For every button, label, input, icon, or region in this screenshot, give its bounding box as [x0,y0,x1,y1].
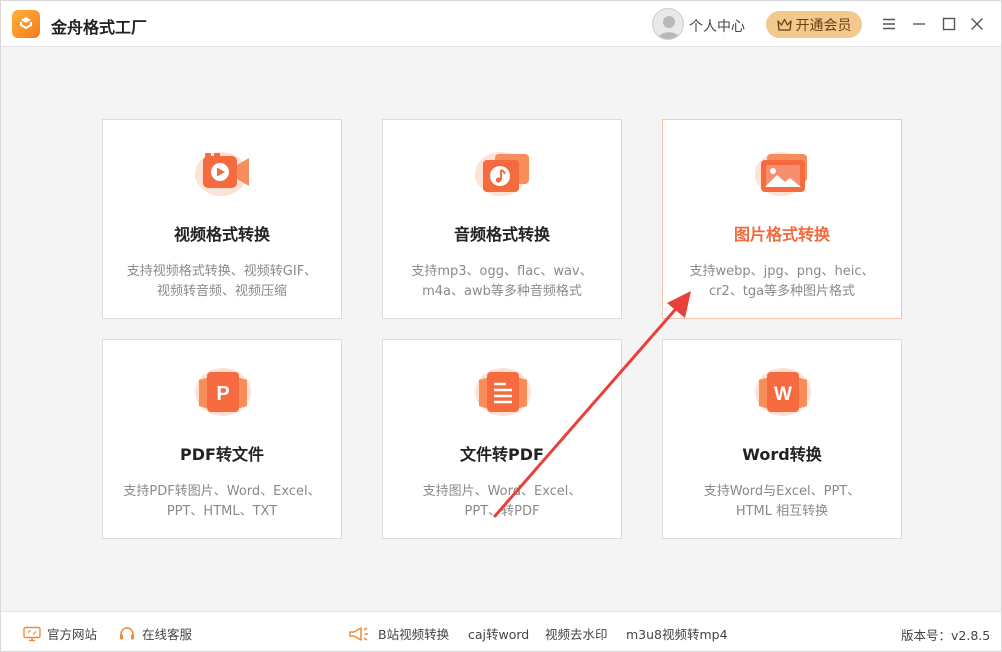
pdf-letter: P [216,383,229,405]
card-desc-line: 视频转音频、视频压缩 [156,284,287,299]
card-desc-line: 支持Word与Excel、PPT、 [703,484,861,499]
vip-button-label: 开通会员 [795,17,852,34]
card-desc-line: cr2、tga等多种图片格式 [708,284,856,299]
document-icon [471,360,535,420]
card-image-convert[interactable]: 图片格式转换 支持webp、jpg、png、heic、 cr2、tga等多种图片… [662,119,902,319]
card-title: 文件转PDF [460,445,544,464]
card-description: 支持图片、Word、Excel、 PPT、转PDF [393,482,611,522]
card-title: 视频格式转换 [173,225,270,244]
card-desc-line: HTML 相互转换 [735,504,829,519]
card-desc-line: PPT、HTML、TXT [166,504,278,519]
video-icon [191,140,255,200]
app-window: 金舟格式工厂 个人中心 开通会员 视频格式转换 支持视频格式转换、视频转GIF、… [0,0,1002,652]
card-description: 支持mp3、ogg、flac、wav、 m4a、awb等多种音频格式 [393,262,611,302]
headset-icon [120,626,134,639]
card-video-convert[interactable]: 视频格式转换 支持视频格式转换、视频转GIF、 视频转音频、视频压缩 [102,119,342,319]
card-description: 支持Word与Excel、PPT、 HTML 相互转换 [673,482,891,522]
app-logo-icon [12,10,40,38]
vip-button[interactable]: 开通会员 [766,11,862,38]
close-icon [971,18,983,30]
monitor-icon [23,626,41,641]
remove-watermark-label: 视频去水印 [545,627,608,642]
card-word-convert[interactable]: W Word转换 支持Word与Excel、PPT、 HTML 相互转换 [662,339,902,539]
card-desc-line: 支持图片、Word、Excel、 [422,484,582,499]
card-desc-line: 支持PDF转图片、Word、Excel、 [123,484,321,499]
user-avatar-icon [658,16,680,39]
image-icon [751,140,815,200]
card-title: PDF转文件 [180,445,264,464]
word-icon: W [751,360,815,420]
maximize-icon [942,17,956,31]
card-file-to-pdf[interactable]: 文件转PDF 支持图片、Word、Excel、 PPT、转PDF [382,339,622,539]
hamburger-menu-icon [883,18,895,30]
pdf-icon: P [191,360,255,420]
user-center-link[interactable]: 个人中心 [689,16,745,36]
official-website-link[interactable]: 官方网站 [23,624,97,643]
minimize-button[interactable] [909,14,929,34]
caj-to-word-label: caj转word [468,627,530,642]
card-title: Word转换 [742,445,822,464]
app-title: 金舟格式工厂 [51,18,148,37]
version-label: 版本号：v2.8.5 [901,628,991,643]
avatar[interactable] [652,8,684,40]
card-description: 支持视频格式转换、视频转GIF、 视频转音频、视频压缩 [113,262,331,302]
card-desc-line: m4a、awb等多种音频格式 [422,284,582,299]
official-website-label: 官方网站 [47,627,98,642]
caj-to-word-link[interactable]: caj转word [468,624,529,643]
card-desc-line: 支持视频格式转换、视频转GIF、 [126,264,318,279]
close-button[interactable] [967,14,987,34]
card-pdf-to-file[interactable]: P PDF转文件 支持PDF转图片、Word、Excel、 PPT、HTML、T… [102,339,342,539]
music-note-icon [471,140,535,200]
crown-icon [776,18,792,31]
card-description: 支持PDF转图片、Word、Excel、 PPT、HTML、TXT [113,482,331,522]
title-bar: 金舟格式工厂 个人中心 开通会员 [1,1,1001,47]
card-audio-convert[interactable]: 音频格式转换 支持mp3、ogg、flac、wav、 m4a、awb等多种音频格… [382,119,622,319]
annotation-arrow [493,291,691,518]
card-title: 音频格式转换 [453,225,550,244]
card-description: 支持webp、jpg、png、heic、 cr2、tga等多种图片格式 [673,262,891,302]
minimize-icon [913,23,925,25]
online-service-link[interactable]: 在线客服 [118,624,192,643]
online-service-label: 在线客服 [142,627,193,642]
card-desc-line: 支持webp、jpg、png、heic、 [689,264,875,279]
m3u8-to-mp4-label: m3u8视频转mp4 [626,627,728,642]
bili-video-convert-label: B站视频转换 [378,627,450,642]
bottom-bar: 官方网站 在线客服 B站视频转换 caj转word 视频去水印 m3u8视频转m… [1,611,1001,651]
remove-watermark-link[interactable]: 视频去水印 [545,624,608,643]
m3u8-to-mp4-link[interactable]: m3u8视频转mp4 [626,624,728,643]
maximize-button[interactable] [939,14,959,34]
card-title: 图片格式转换 [733,225,830,244]
card-desc-line: PPT、转PDF [464,504,540,519]
megaphone-icon [349,626,368,641]
menu-button[interactable] [879,14,899,34]
word-letter: W [774,384,792,405]
bili-video-convert-link[interactable]: B站视频转换 [348,624,449,643]
card-desc-line: 支持mp3、ogg、flac、wav、 [411,264,593,279]
